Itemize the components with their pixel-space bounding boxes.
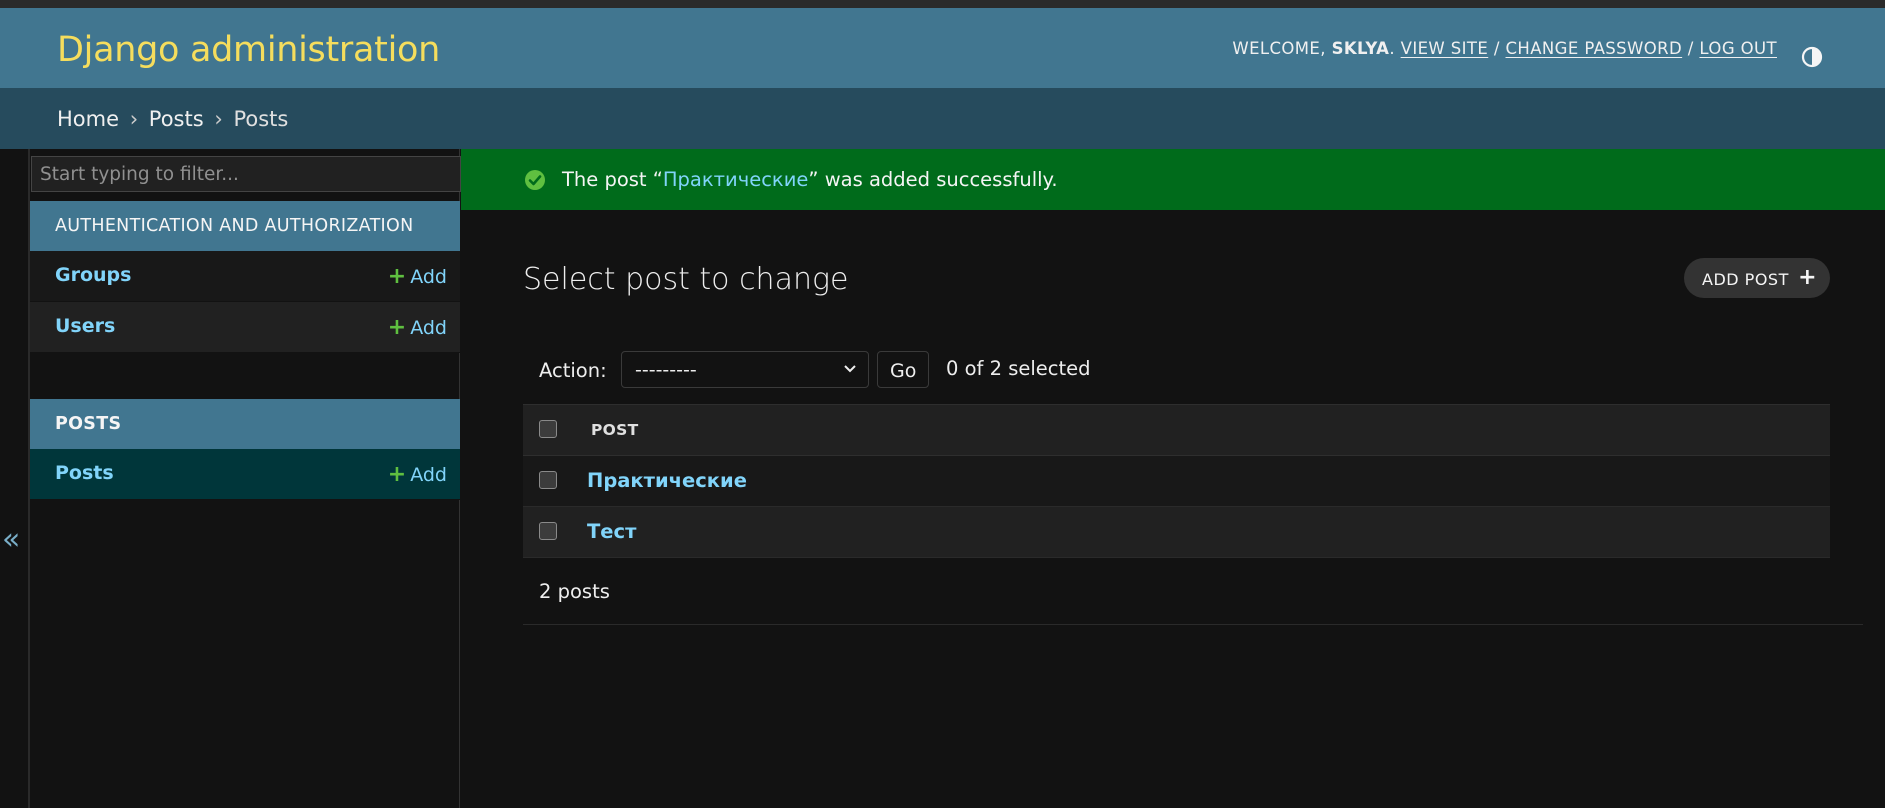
site-header: Django administration Welcome, SKLYA. Vi… [0,0,1885,88]
view-site-link[interactable]: View site [1401,39,1489,58]
post-link[interactable]: Тест [587,520,636,543]
post-link[interactable]: Практические [587,469,747,492]
nav-sidebar: Authentication and Authorization Groups … [29,149,461,808]
chevron-down-icon [844,365,856,373]
module-caption-posts[interactable]: Posts [30,399,460,449]
user-tools-separator: / [1493,39,1500,58]
action-select[interactable]: --------- [621,351,869,388]
add-label: Add [410,317,447,339]
message-prefix: The post “ [562,168,663,191]
plus-icon: + [1798,265,1817,290]
breadcrumb-app[interactable]: Posts [149,107,204,131]
add-label: Add [410,266,447,288]
sidebar-item-posts: Posts + Add [30,449,460,500]
site-brand[interactable]: Django administration [57,30,440,70]
table-row: Практические [523,456,1830,507]
sidebar-item-users: Users + Add [30,302,460,353]
column-header-post[interactable]: Post [591,421,638,439]
message-post-link[interactable]: Практические [663,168,809,191]
add-label: Add [410,464,447,486]
result-count: 2 posts [539,580,610,603]
log-out-link[interactable]: Log out [1699,39,1777,58]
welcome-text: Welcome, [1232,39,1326,58]
users-link[interactable]: Users [55,315,115,337]
nav-filter-input[interactable] [31,156,461,192]
action-label: Action: [539,359,607,382]
username: SKLYA [1331,39,1390,58]
collapse-sidebar-icon[interactable]: « [2,522,20,557]
theme-toggle-icon[interactable] [1801,46,1823,68]
add-plus-icon: + [387,315,407,340]
posts-link[interactable]: Posts [55,462,114,484]
action-counter: 0 of 2 selected [946,357,1091,380]
change-password-link[interactable]: Change password [1506,39,1683,58]
breadcrumb: Home › Posts › Posts [0,88,1885,149]
message-text: The post “Практические” was added succes… [562,168,1058,191]
message-suffix: ” was added successfully. [808,168,1058,191]
add-plus-icon: + [387,462,407,487]
add-post-link[interactable]: + Add [388,462,447,487]
module-caption-auth[interactable]: Authentication and Authorization [30,201,460,251]
row-checkbox[interactable] [539,471,557,489]
breadcrumb-current: Posts [233,107,289,131]
add-post-button[interactable]: Add post + [1684,258,1830,298]
add-plus-icon: + [387,264,407,289]
action-selected-value: --------- [635,359,697,381]
user-tools: Welcome, SKLYA. View site / Change passw… [1232,39,1777,58]
check-circle-icon [525,170,545,190]
groups-link[interactable]: Groups [55,264,131,286]
breadcrumb-separator: › [214,107,223,131]
success-message: The post “Практические” was added succes… [461,149,1885,210]
toggle-sidebar-button[interactable]: « [0,149,29,808]
row-checkbox[interactable] [539,522,557,540]
user-tools-separator: / [1687,39,1694,58]
add-user-link[interactable]: + Add [388,315,447,340]
go-button[interactable]: Go [877,351,929,388]
add-post-label: Add post [1702,270,1789,289]
add-group-link[interactable]: + Add [388,264,447,289]
sidebar-item-groups: Groups + Add [30,251,460,302]
table-row: Тест [523,507,1830,558]
breadcrumb-separator: › [129,107,139,131]
select-all-checkbox[interactable] [539,420,557,438]
paginator: 2 posts [523,557,1863,625]
table-header: Post [523,404,1830,456]
breadcrumb-home[interactable]: Home [57,107,119,131]
page-title: Select post to change [523,262,849,297]
